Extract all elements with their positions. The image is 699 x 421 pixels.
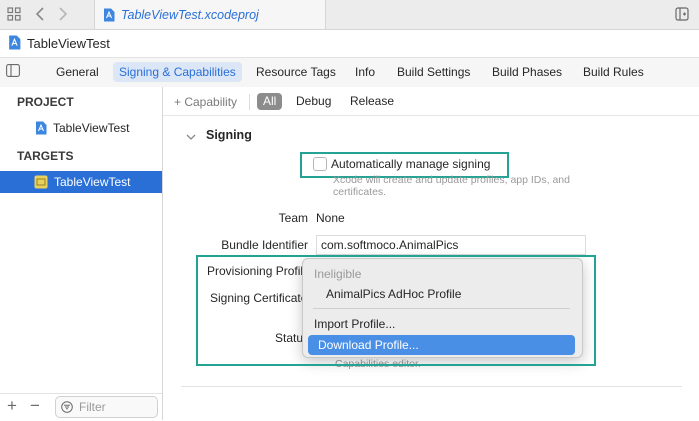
filter-release[interactable]: Release [344,93,400,110]
auto-signing-checkbox[interactable] [313,157,327,171]
team-label: Team [278,211,308,225]
auto-signing-help: Xcode will create and update profiles, a… [333,174,570,198]
tab-build-settings[interactable]: Build Settings [391,62,476,82]
team-value[interactable]: None [316,211,345,225]
divider [249,94,250,110]
bundle-id-field[interactable]: com.softmoco.AnimalPics [316,235,586,255]
add-editor-icon[interactable] [674,6,690,22]
xcodeproj-file-icon [103,8,115,22]
project-header: PROJECT [17,95,74,109]
filter-all[interactable]: All [257,93,283,110]
add-capability-button[interactable]: + Capability [174,95,237,109]
tab-general[interactable]: General [50,62,105,82]
tab-resource-tags[interactable]: Resource Tags [250,62,342,82]
targets-header: TARGETS [17,149,74,163]
auto-signing-label: Automatically manage signing [331,157,491,171]
xcodeproj-icon [35,121,47,135]
profile-menu-highlight [196,255,596,366]
forward-arrow-icon[interactable] [56,5,70,23]
tab-build-phases[interactable]: Build Phases [486,62,568,82]
sidebar-item-label: TableViewTest [53,121,130,135]
chevron-down-icon[interactable] [186,130,196,144]
sidebar-item-project[interactable]: TableViewTest [0,117,162,139]
file-tab[interactable]: TableViewTest.xcodeproj [94,0,326,29]
back-arrow-icon[interactable] [33,5,47,23]
file-tab-label: TableViewTest.xcodeproj [121,7,259,22]
grid-icon[interactable] [6,6,22,22]
section-divider [181,386,682,387]
filter-debug[interactable]: Debug [290,93,337,110]
filter-icon [61,401,73,413]
filter-placeholder: Filter [79,400,106,414]
section-title: Signing [206,128,252,142]
remove-icon[interactable]: − [30,396,40,416]
capability-bar [163,87,699,116]
xcodeproj-icon [8,35,21,53]
add-icon[interactable]: + [7,396,17,416]
tab-info[interactable]: Info [349,62,381,82]
toggle-sidebar-icon[interactable] [6,64,20,80]
project-title: TableViewTest [27,36,110,51]
sidebar-item-label: TableViewTest [54,175,131,189]
bundle-id-label: Bundle Identifier [221,238,308,252]
sidebar-item-target[interactable]: TableViewTest [0,171,162,193]
bundle-id-value: com.softmoco.AnimalPics [321,238,459,252]
filter-field[interactable]: Filter [55,396,158,418]
app-target-icon [34,175,48,189]
tab-signing-capabilities[interactable]: Signing & Capabilities [113,62,242,82]
tab-build-rules[interactable]: Build Rules [577,62,650,82]
